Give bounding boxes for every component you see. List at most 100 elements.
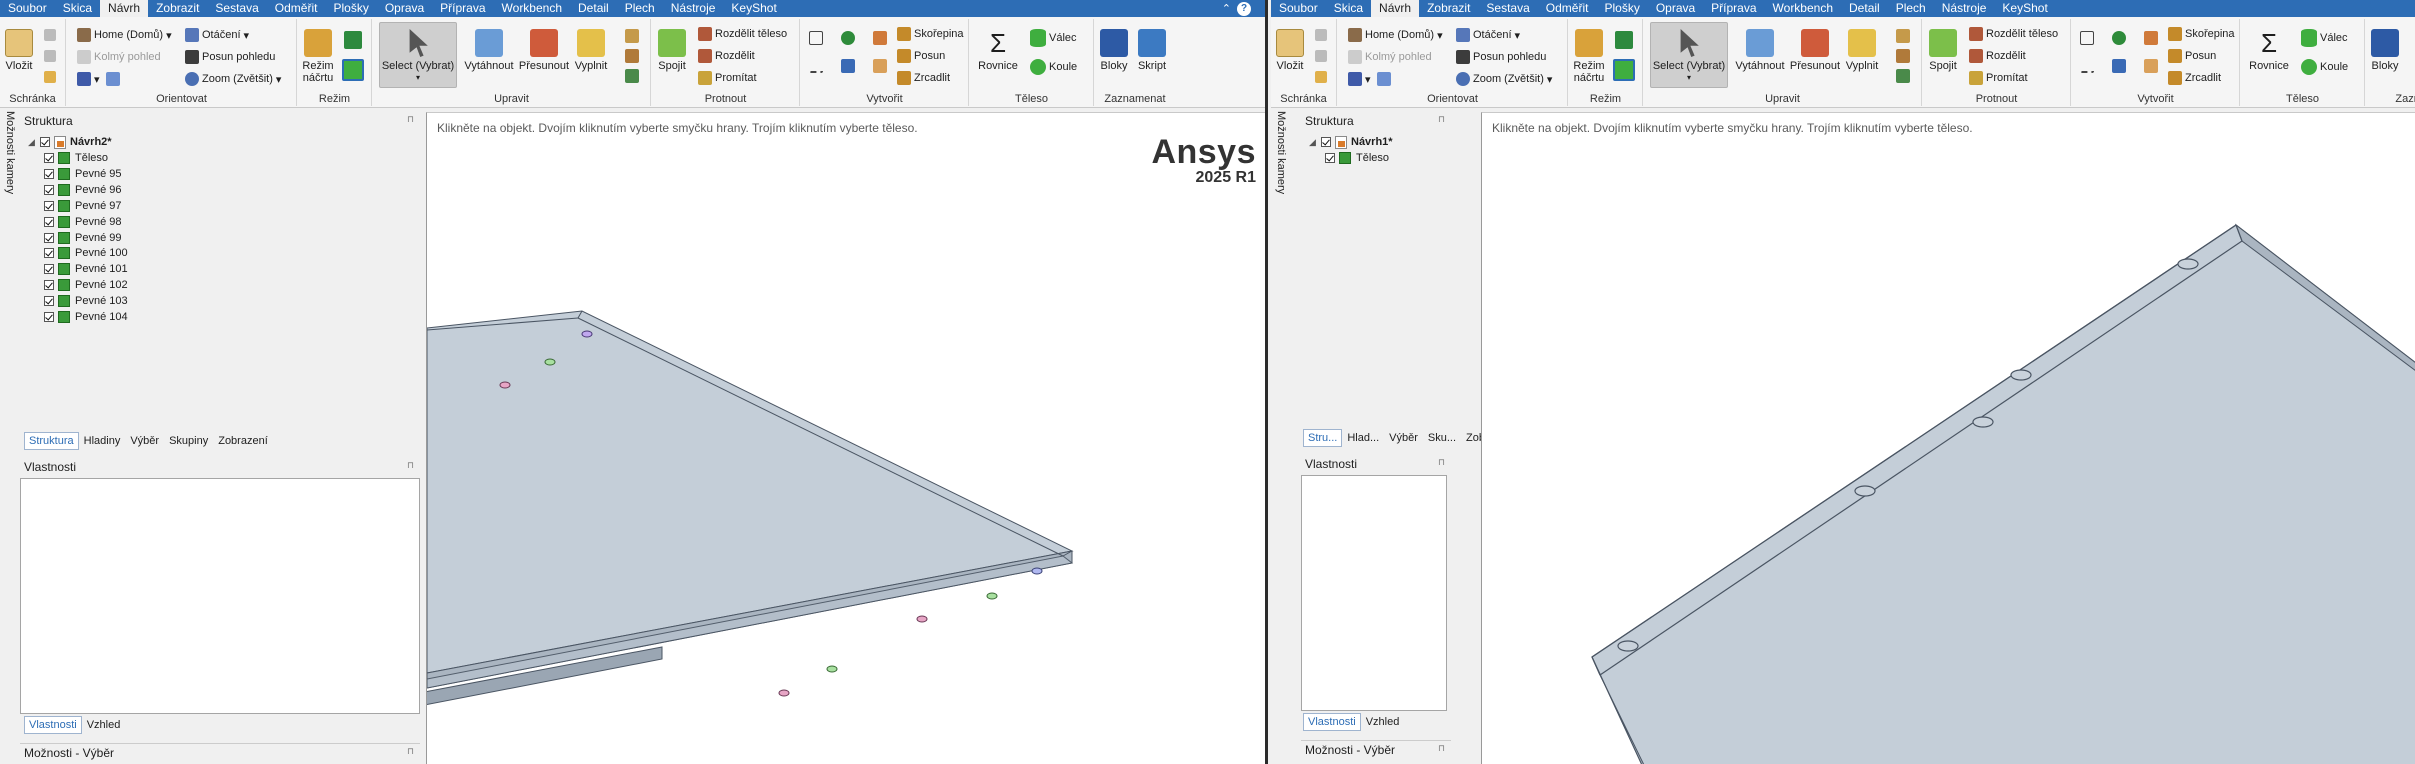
offset-button[interactable]: Posun [897,49,945,63]
visibility-checkbox[interactable] [1325,153,1335,163]
pin-icon[interactable]: ⊓ [1438,457,1445,468]
camera-options-side-tab[interactable]: Možnosti kamery [0,111,16,275]
paste-button[interactable]: Vložit [4,27,34,72]
menu-item-zobrazit[interactable]: Zobrazit [1419,0,1478,17]
help-icon[interactable]: ? [1237,1,1251,16]
menu-item-odmerit[interactable]: Odměřit [1538,0,1597,17]
edit-tool-icon-2[interactable] [1896,49,1910,63]
split-button[interactable]: Rozdělit [698,49,755,63]
edit-tool-icon-2[interactable] [625,49,639,63]
paste-button[interactable]: Vložit [1275,27,1305,72]
perpendicular-view-button[interactable]: Kolmý pohled [1348,50,1432,64]
menu-item-priprava[interactable]: Příprava [1703,0,1764,17]
visibility-checkbox[interactable] [44,216,54,227]
axis-icon[interactable] [841,59,855,73]
menu-item-soubor[interactable]: Soubor [1271,0,1326,17]
pan-button[interactable]: Posun pohledu [185,50,275,64]
visibility-checkbox[interactable] [44,168,54,179]
combine-button[interactable]: Spojit [656,27,688,72]
menu-item-nastroje[interactable]: Nástroje [663,0,724,17]
mirror-button[interactable]: Zrcadlit [2168,71,2221,85]
pin-icon[interactable]: ⊓ [407,746,414,757]
tab-structure[interactable]: Stru... [1303,429,1343,447]
tree-item[interactable]: Pevné 96 [44,182,121,198]
move-button[interactable]: Přesunout [517,27,571,72]
pin-icon[interactable]: ⊓ [1438,114,1445,125]
tree-root[interactable]: ◢ Návrh1* [1309,134,1393,150]
project-button[interactable]: Promítat [1969,71,2028,85]
view-cube-button[interactable]: ▾ [77,72,123,86]
menu-item-skica[interactable]: Skica [1326,0,1371,17]
cylinder-button[interactable]: Válec [1030,29,1077,47]
visibility-checkbox[interactable] [44,200,54,211]
rotate-button[interactable]: Otáčení ▾ [1456,28,1520,42]
array-icon[interactable] [873,59,887,73]
menu-item-keyshot[interactable]: KeyShot [723,0,784,17]
menu-item-workbench[interactable]: Workbench [1765,0,1841,17]
pattern-icon[interactable] [2144,31,2158,45]
visibility-checkbox[interactable] [44,312,54,322]
tree-root[interactable]: ◢ Návrh2* [28,134,112,150]
split-button[interactable]: Rozdělit [1969,49,2026,63]
menu-item-oprava[interactable]: Oprava [1648,0,1703,17]
offset-button[interactable]: Posun [2168,49,2216,63]
tree-item[interactable]: Pevné 101 [44,261,128,277]
menu-item-sestava[interactable]: Sestava [207,0,266,17]
view-cube-button[interactable]: ▾ [1348,72,1394,86]
perpendicular-view-button[interactable]: Kolmý pohled [77,50,161,64]
menu-item-workbench[interactable]: Workbench [494,0,570,17]
visibility-checkbox[interactable] [40,137,50,147]
edit-tool-icon-1[interactable] [1896,29,1910,43]
tab-selection[interactable]: Výběr [1384,429,1423,447]
menu-item-nastroje[interactable]: Nástroje [1934,0,1995,17]
menu-item-oprava[interactable]: Oprava [377,0,432,17]
menu-item-odmerit[interactable]: Odměřit [267,0,326,17]
copy-icon[interactable] [1315,50,1327,62]
visibility-checkbox[interactable] [44,296,54,307]
collapse-icon[interactable]: ◢ [28,137,38,148]
tab-structure[interactable]: Struktura [24,432,79,450]
3d-viewport[interactable]: Klikněte na objekt. Dvojím kliknutím vyb… [426,112,1265,764]
sketch-mode-button[interactable]: Režim náčrtu [300,27,336,84]
tree-item[interactable]: Těleso [1325,150,1389,166]
menu-item-detail[interactable]: Detail [1841,0,1888,17]
zoom-button[interactable]: Zoom (Zvětšit) ▾ [1456,72,1552,86]
sketch-mode-button[interactable]: Režim náčrtu [1571,27,1607,84]
tree-item[interactable]: Pevné 100 [44,245,128,261]
select-button[interactable]: Select (Vybrat) ▾ [1650,22,1728,88]
section-mode-icon[interactable] [344,31,362,49]
menu-item-plech[interactable]: Plech [1888,0,1934,17]
tab-layers[interactable]: Hlad... [1342,429,1384,447]
split-body-button[interactable]: Rozdělit těleso [698,27,787,41]
visibility-checkbox[interactable] [44,264,54,275]
tree-item[interactable]: Pevné 95 [44,166,121,182]
cut-icon[interactable] [44,29,56,41]
tree-item[interactable]: Pevné 104 [44,309,128,325]
split-body-button[interactable]: Rozdělit těleso [1969,27,2058,41]
visibility-checkbox[interactable] [44,153,54,163]
camera-options-side-tab[interactable]: Možnosti kamery [1271,111,1287,275]
tab-properties[interactable]: Vlastnosti [24,716,82,734]
tab-appearance[interactable]: Vzhled [82,716,126,734]
menu-item-navrh[interactable]: Návrh [1371,0,1420,17]
3d-viewport[interactable]: Klikněte na objekt. Dvojím kliknutím vyb… [1481,112,2415,764]
menu-item-soubor[interactable]: Soubor [0,0,55,17]
select-button[interactable]: Select (Vybrat) ▾ [379,22,457,88]
shell-button[interactable]: Skořepina [897,27,964,41]
menu-item-sestava[interactable]: Sestava [1478,0,1537,17]
fill-button[interactable]: Vyplnit [1842,27,1882,72]
tab-groups[interactable]: Sku... [1423,429,1461,447]
menu-item-plosky[interactable]: Plošky [325,0,376,17]
pull-button[interactable]: Vytáhnout [1734,27,1786,72]
tab-layers[interactable]: Hladiny [79,432,126,450]
pin-icon[interactable]: ⊓ [1438,743,1445,754]
tree-item[interactable]: Těleso [44,150,108,166]
menu-item-priprava[interactable]: Příprava [432,0,493,17]
menu-item-navrh[interactable]: Návrh [100,0,149,17]
tree-item[interactable]: Pevné 103 [44,293,128,309]
array-icon[interactable] [2144,59,2158,73]
tree-item[interactable]: Pevné 98 [44,214,121,230]
edit-tool-icon-1[interactable] [625,29,639,43]
blocks-button[interactable]: Bloky [2368,27,2402,72]
tree-item[interactable]: Pevné 99 [44,230,121,246]
